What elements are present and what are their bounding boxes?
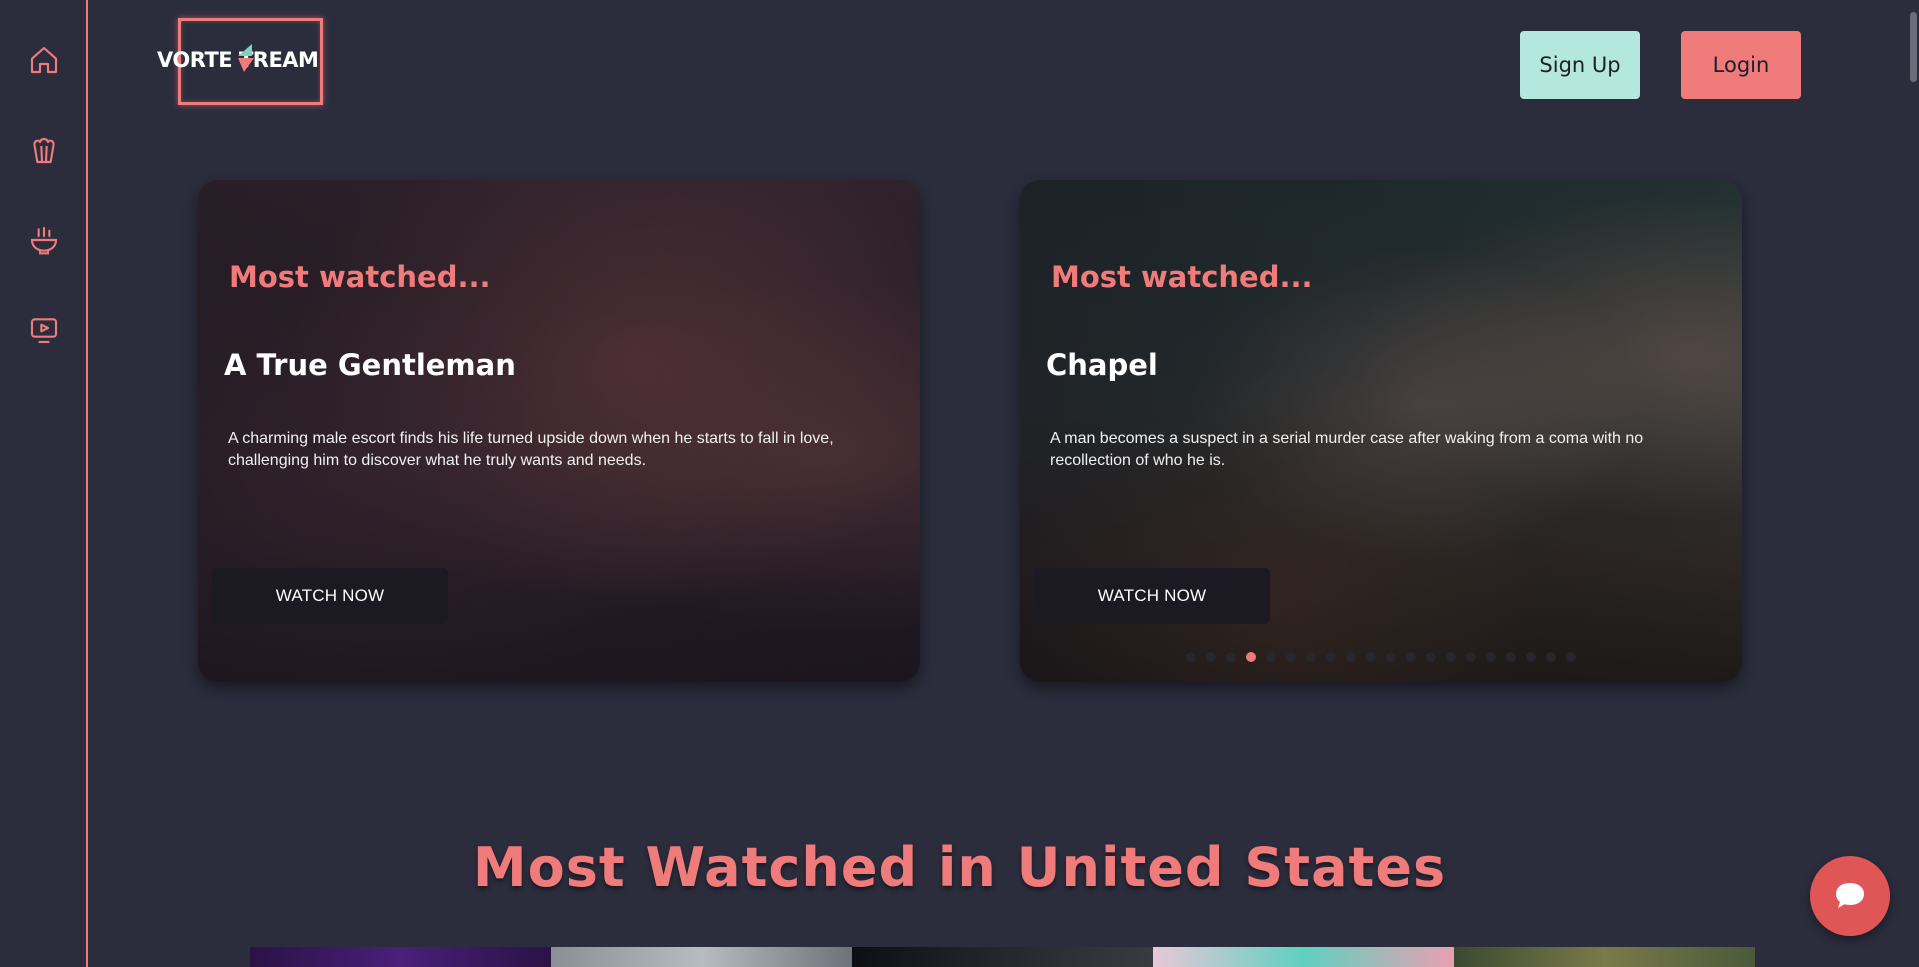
carousel-dot[interactable] [1446,652,1456,662]
carousel-dot[interactable] [1466,652,1476,662]
scrollbar[interactable] [1908,0,1919,967]
section-title: Most Watched in United States [472,836,1447,899]
carousel-dot[interactable] [1266,652,1276,662]
chat-bubble-icon [1836,883,1864,908]
card-title: Chapel [1046,348,1158,382]
carousel-dot[interactable] [1326,652,1336,662]
movie-thumbnail[interactable] [250,947,551,967]
popcorn-icon[interactable] [26,132,62,168]
carousel-dot[interactable] [1426,652,1436,662]
movie-thumbnail-strip [250,947,1755,967]
carousel-dot[interactable] [1366,652,1376,662]
carousel-dot[interactable] [1406,652,1416,662]
card-kicker: Most watched... [229,260,491,294]
card-description: A man becomes a suspect in a serial murd… [1050,430,1644,469]
movie-thumbnail[interactable] [551,947,852,967]
chat-button[interactable] [1810,856,1890,936]
carousel-dot[interactable] [1386,652,1396,662]
carousel-dot[interactable] [1546,652,1556,662]
featured-card[interactable]: Most watched... A True Gentleman A charm… [198,180,920,682]
carousel-dot[interactable] [1206,652,1216,662]
sign-up-button[interactable]: Sign Up [1520,31,1640,99]
tv-play-icon[interactable] [26,312,62,348]
sidebar [0,0,88,967]
watch-now-button[interactable]: WATCH NOW [212,568,448,624]
carousel-dot[interactable] [1306,652,1316,662]
carousel-dot[interactable] [1246,652,1256,662]
logo-arrow-icon [238,44,254,72]
card-kicker: Most watched... [1051,260,1313,294]
home-icon[interactable] [26,42,62,78]
carousel-dot[interactable] [1226,652,1236,662]
card-title: A True Gentleman [224,348,516,382]
scrollbar-thumb[interactable] [1910,12,1917,82]
featured-card[interactable]: Most watched... Chapel A man becomes a s… [1020,180,1742,682]
carousel-dot[interactable] [1566,652,1576,662]
noodle-bowl-icon[interactable] [26,222,62,258]
carousel-dot[interactable] [1486,652,1496,662]
carousel-dot[interactable] [1186,652,1196,662]
carousel-dot[interactable] [1506,652,1516,662]
carousel-dot[interactable] [1526,652,1536,662]
carousel-dot[interactable] [1346,652,1356,662]
carousel-dots [1186,652,1576,662]
carousel-dot[interactable] [1286,652,1296,662]
movie-thumbnail[interactable] [1454,947,1755,967]
card-description: A charming male escort finds his life tu… [228,430,834,469]
watch-now-button[interactable]: WATCH NOW [1034,568,1270,624]
movie-thumbnail[interactable] [852,947,1153,967]
login-button[interactable]: Login [1681,31,1801,99]
movie-thumbnail[interactable] [1153,947,1454,967]
